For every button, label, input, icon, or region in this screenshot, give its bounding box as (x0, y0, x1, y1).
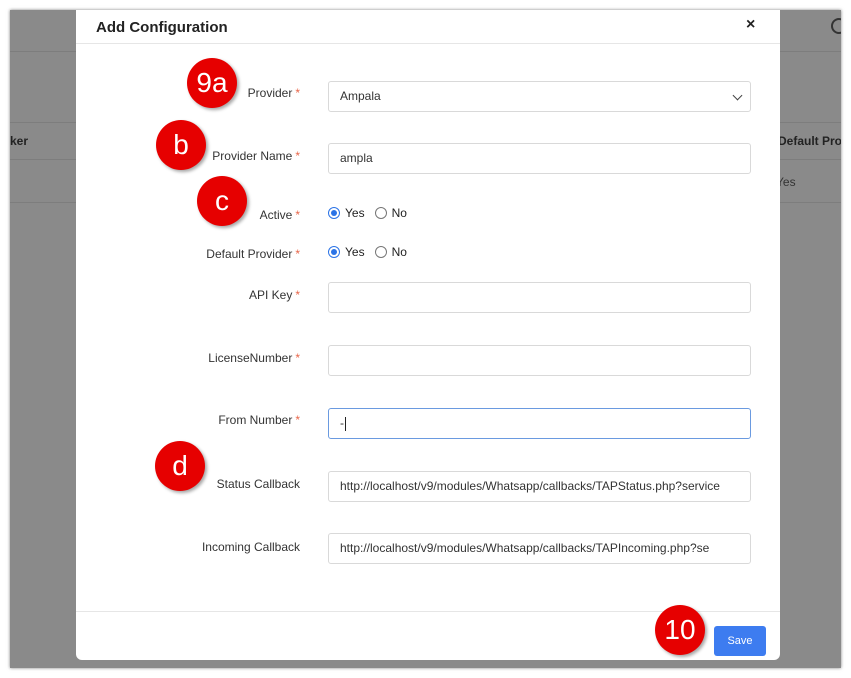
annotation-badge-10: 10 (655, 605, 705, 655)
default-provider-no-label[interactable]: No (392, 245, 407, 259)
active-no-radio[interactable] (374, 207, 387, 219)
from-number-value: - (340, 416, 344, 430)
license-number-input[interactable] (328, 345, 751, 376)
api-key-input[interactable] (328, 282, 751, 313)
background-column-header: ker (10, 134, 29, 148)
default-provider-radio-group: Yes No (328, 245, 417, 259)
active-yes-radio[interactable] (328, 207, 340, 219)
incoming-callback-label: Incoming Callback (201, 540, 300, 554)
required-marker: * (295, 86, 300, 100)
status-callback-label: Status Callback (216, 477, 300, 491)
active-label: Active * (259, 208, 300, 222)
incoming-callback-value: http://localhost/v9/modules/Whatsapp/cal… (340, 541, 710, 555)
add-configuration-modal: Add Configuration × Provider * Ampala Pro… (76, 10, 780, 660)
license-number-label: LicenseNumber * (208, 351, 300, 365)
modal-title: Add Configuration (96, 19, 228, 36)
annotation-badge-b: b (156, 120, 206, 170)
active-yes-label[interactable]: Yes (345, 206, 365, 220)
required-marker: * (295, 208, 300, 222)
api-key-label: API Key * (248, 288, 300, 302)
text-cursor (345, 416, 346, 431)
from-number-input[interactable]: - (328, 408, 751, 439)
modal-header: Add Configuration × (76, 10, 780, 44)
required-marker: * (295, 247, 300, 261)
status-callback-value: http://localhost/v9/modules/Whatsapp/cal… (340, 479, 720, 493)
annotation-badge-c: c (197, 176, 247, 226)
chevron-down-icon (732, 90, 743, 101)
default-provider-yes-radio[interactable] (328, 246, 340, 258)
provider-name-value: ampla (340, 151, 373, 165)
required-marker: * (295, 149, 300, 163)
status-callback-input[interactable]: http://localhost/v9/modules/Whatsapp/cal… (328, 471, 751, 502)
default-provider-no-radio[interactable] (374, 246, 387, 258)
active-radio-group: Yes No (328, 206, 417, 220)
provider-label: Provider * (247, 86, 300, 100)
default-provider-label: Default Provider * (206, 247, 300, 261)
active-no-label[interactable]: No (392, 206, 407, 220)
save-button[interactable]: Save (714, 626, 766, 656)
annotation-badge-9a: 9a (187, 58, 237, 108)
search-icon[interactable] (831, 18, 841, 34)
provider-name-label: Provider Name * (212, 149, 300, 163)
provider-select[interactable]: Ampala (328, 81, 751, 112)
required-marker: * (295, 413, 300, 427)
provider-name-input[interactable]: ampla (328, 143, 751, 174)
default-provider-yes-label[interactable]: Yes (345, 245, 365, 259)
required-marker: * (295, 288, 300, 302)
from-number-label: From Number * (218, 413, 300, 427)
close-icon[interactable]: × (746, 17, 755, 33)
annotation-badge-d: d (155, 441, 205, 491)
background-column-header-default-provider: Default Provi (778, 134, 841, 148)
required-marker: * (295, 351, 300, 365)
provider-select-value: Ampala (340, 89, 381, 103)
app-window: ker Default Provi Yes Add Configuration … (10, 10, 841, 668)
incoming-callback-input[interactable]: http://localhost/v9/modules/Whatsapp/cal… (328, 533, 751, 564)
